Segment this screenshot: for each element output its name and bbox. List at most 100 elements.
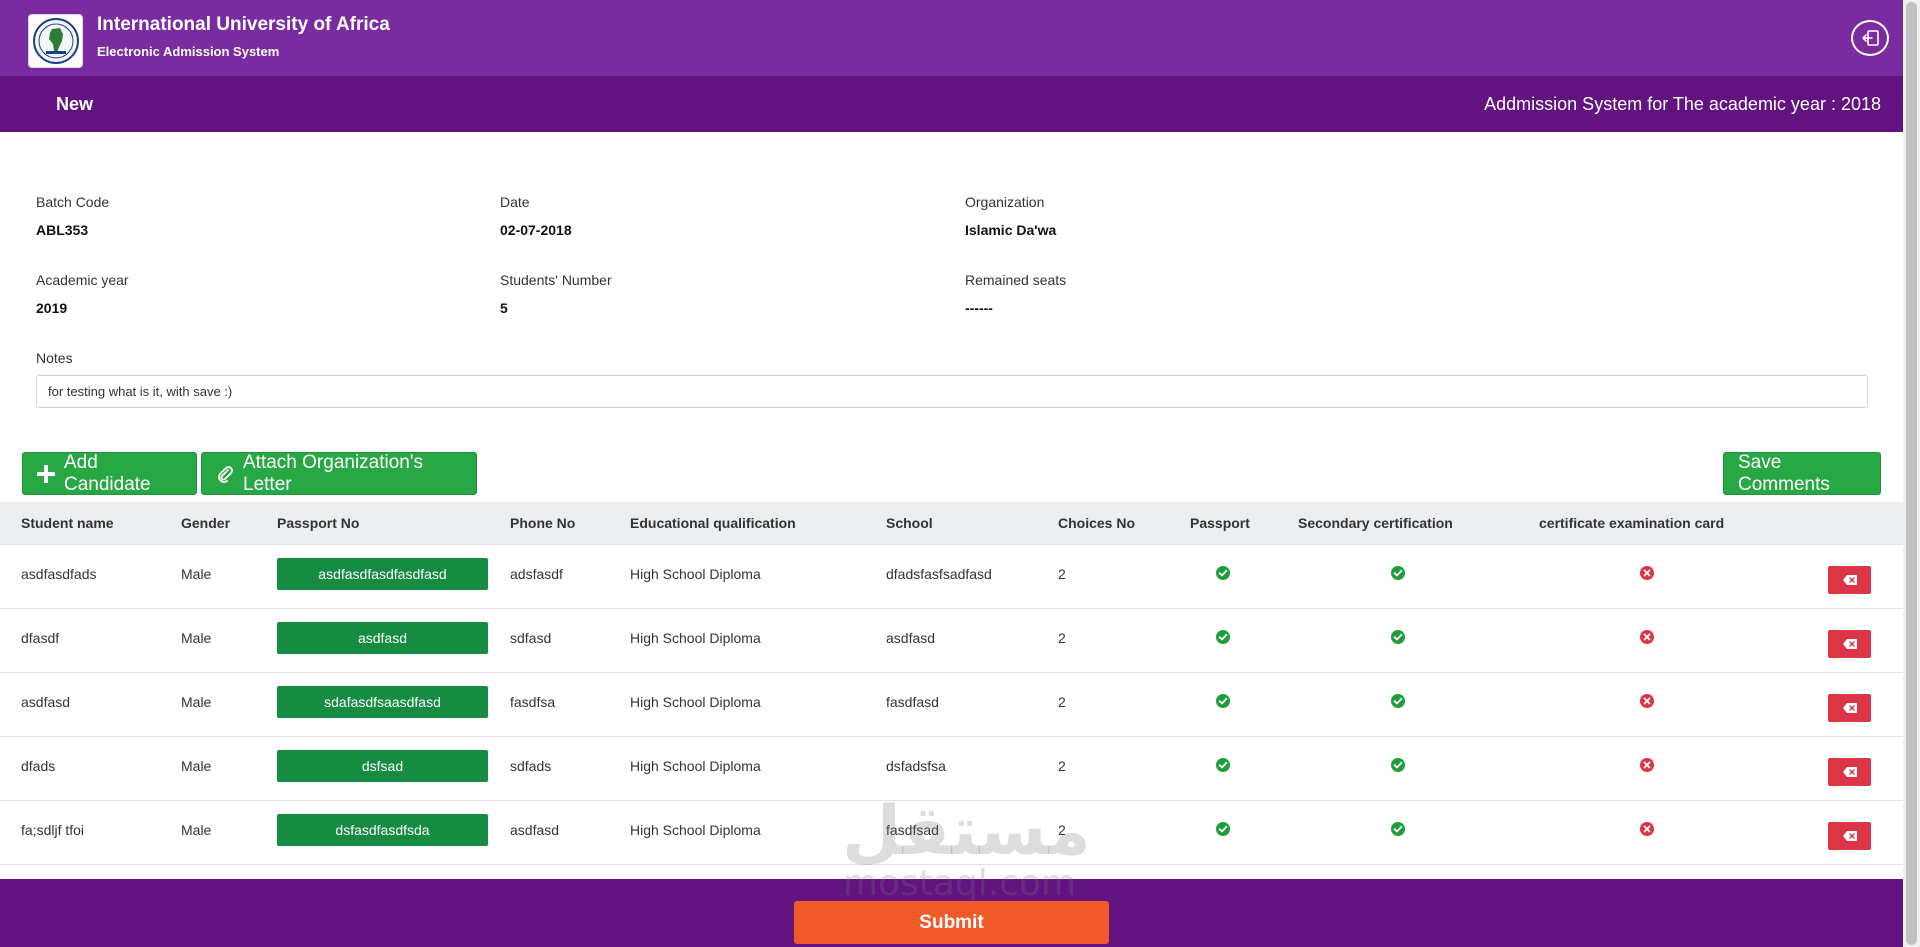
cell-actions (1775, 544, 1903, 609)
table-row: dfads Male dsfsad sdfads High School Diploma… (0, 736, 1903, 801)
cell-choices: 2 (1037, 544, 1169, 609)
cell-education: High School Diploma (609, 672, 865, 737)
cell-gender: Male (160, 800, 256, 865)
cell-education: High School Diploma (609, 736, 865, 801)
cell-school: fasdfsad (865, 800, 1037, 865)
x-circle-icon (1639, 693, 1654, 711)
table-row: asdfasdfads Male asdfasdfasdfasdfasd adsfas… (0, 544, 1903, 609)
cell-phone: adsfasdf (489, 544, 609, 609)
passport-no-button[interactable]: dsfsad (277, 749, 488, 782)
organization-label: Organization (965, 194, 1045, 210)
remained-seats-value: ------ (965, 300, 993, 316)
passport-no-button[interactable]: asdfasdfasdfasdfasd (277, 557, 488, 590)
notes-label: Notes (36, 350, 73, 366)
candidates-table: Student name Gender Passport No Phone No… (0, 502, 1903, 865)
delete-row-button[interactable] (1828, 565, 1871, 594)
batch-code-label: Batch Code (36, 194, 110, 210)
cell-gender: Male (160, 544, 256, 609)
check-circle-icon (1216, 629, 1230, 647)
cell-school: fasdfasd (865, 672, 1037, 737)
cell-phone: fasdfsa (489, 672, 609, 737)
date-value: 02-07-2018 (500, 222, 572, 238)
cell-student-name: dfasdf (0, 608, 160, 673)
cell-education: High School Diploma (609, 544, 865, 609)
exam-card-status (1518, 800, 1775, 865)
delete-row-button[interactable] (1828, 693, 1871, 722)
logout-icon (1862, 30, 1879, 46)
col-education: Educational qualification (609, 502, 865, 545)
col-phone-no: Phone No (489, 502, 609, 545)
paperclip-icon (216, 465, 234, 483)
app-subtitle: Electronic Admission System (97, 44, 280, 59)
x-circle-icon (1639, 629, 1654, 647)
attach-letter-label: Attach Organization's Letter (243, 451, 423, 495)
cell-passport-no: dsfsad (256, 736, 489, 801)
cell-student-name: asdfasdfads (0, 544, 160, 609)
page-mode-label: New (56, 94, 94, 114)
academic-year-label: Academic year (36, 272, 129, 288)
secondary-certification-status (1277, 608, 1518, 673)
add-candidate-button[interactable]: Add Candidate (22, 452, 197, 495)
save-comments-button[interactable]: Save Comments (1723, 452, 1881, 495)
backspace-delete-icon (1842, 828, 1857, 844)
exam-card-status (1518, 672, 1775, 737)
check-circle-icon (1390, 821, 1405, 839)
sub-header: New Addmission System for The academic y… (0, 76, 1903, 132)
backspace-delete-icon (1842, 572, 1857, 588)
cell-actions (1775, 672, 1903, 737)
cell-choices: 2 (1037, 608, 1169, 673)
secondary-certification-status (1277, 544, 1518, 609)
check-circle-icon (1390, 757, 1405, 775)
attach-letter-button[interactable]: Attach Organization's Letter (201, 452, 477, 495)
cell-actions (1775, 800, 1903, 865)
table-header-row: Student name Gender Passport No Phone No… (0, 502, 1903, 545)
delete-row-button[interactable] (1828, 629, 1871, 658)
backspace-delete-icon (1842, 764, 1857, 780)
table-row: dfasdf Male asdfasd sdfasd High School Diplo… (0, 608, 1903, 673)
remained-seats-label: Remained seats (965, 272, 1067, 288)
cell-passport-no: sdafasdfsaasdfasd (256, 672, 489, 737)
top-header: International University of Africa Elect… (0, 0, 1903, 76)
exam-card-status (1518, 736, 1775, 801)
check-circle-icon (1390, 565, 1405, 583)
delete-row-button[interactable] (1828, 821, 1871, 850)
col-passport-no: Passport No (256, 502, 489, 545)
notes-input[interactable] (36, 375, 1868, 408)
check-circle-icon (1216, 565, 1230, 583)
col-secondary-certification: Secondary certification (1277, 502, 1518, 545)
app-title: International University of Africa (97, 14, 390, 35)
delete-row-button[interactable] (1828, 757, 1871, 786)
university-logo (28, 14, 83, 68)
scrollbar-thumb[interactable] (1906, 2, 1917, 945)
cell-gender: Male (160, 672, 256, 737)
cell-passport-no: asdfasd (256, 608, 489, 673)
col-exam-card: certificate examination card (1518, 502, 1775, 545)
cell-education: High School Diploma (609, 608, 865, 673)
cell-choices: 2 (1037, 672, 1169, 737)
students-number-label: Students' Number (500, 272, 612, 288)
col-actions (1775, 502, 1903, 545)
exam-card-status (1518, 608, 1775, 673)
passport-no-button[interactable]: sdafasdfsaasdfasd (277, 685, 488, 718)
cell-choices: 2 (1037, 736, 1169, 801)
cell-school: dsfadsfsa (865, 736, 1037, 801)
cell-gender: Male (160, 736, 256, 801)
cell-school: asdfasd (865, 608, 1037, 673)
cell-passport-no: asdfasdfasdfasdfasd (256, 544, 489, 609)
check-circle-icon (1216, 757, 1230, 775)
col-choices-no: Choices No (1037, 502, 1169, 545)
batch-code-value: ABL353 (36, 222, 89, 238)
logout-button[interactable] (1851, 20, 1889, 56)
passport-no-button[interactable]: dsfasdfasdfsda (277, 813, 488, 846)
submit-button[interactable]: Submit (794, 901, 1109, 944)
backspace-delete-icon (1842, 636, 1857, 652)
x-circle-icon (1639, 757, 1654, 775)
cell-phone: asdfasd (489, 800, 609, 865)
cell-student-name: fa;sdljf tfoi (0, 800, 160, 865)
table-row: fa;sdljf tfoi Male dsfasdfasdfsda asdfasd Hi… (0, 800, 1903, 865)
cell-gender: Male (160, 608, 256, 673)
passport-no-button[interactable]: asdfasd (277, 621, 488, 654)
save-comments-label: Save Comments (1738, 451, 1830, 495)
plus-icon (37, 464, 55, 483)
col-gender: Gender (160, 502, 256, 545)
